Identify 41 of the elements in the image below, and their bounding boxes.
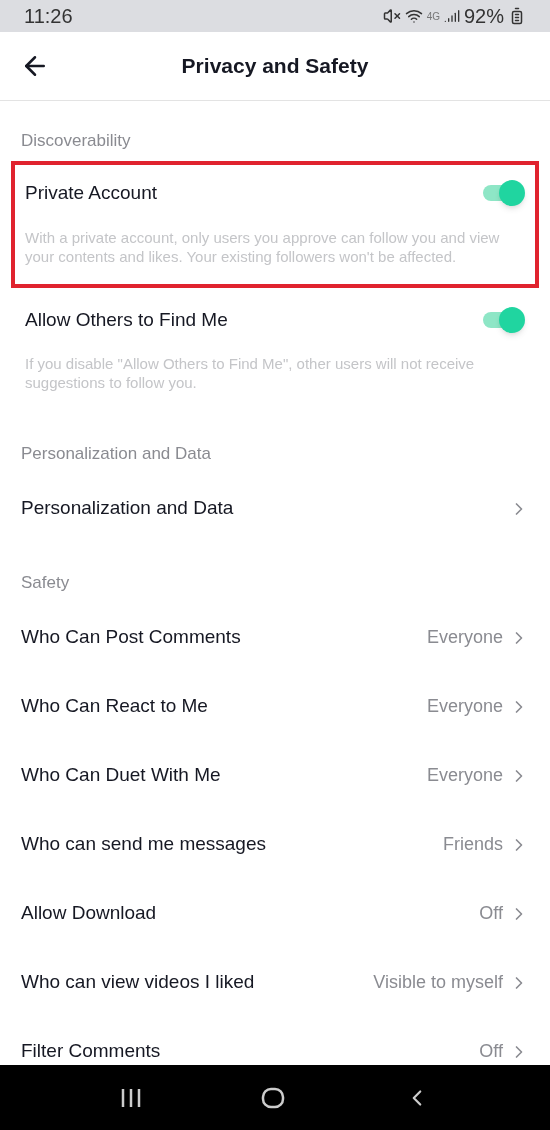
setting-label: Who Can Post Comments bbox=[21, 625, 241, 650]
setting-value: Everyone bbox=[426, 695, 503, 718]
battery-percent: 92% bbox=[463, 4, 504, 29]
network-label: 4G bbox=[426, 9, 440, 24]
setting-description: If you disable "Allow Others to Find Me", other users will not receive suggestions to follow you. bbox=[25, 354, 476, 392]
setting-label: Who can view videos I liked bbox=[21, 970, 255, 995]
setting-value: Visible to myself bbox=[373, 971, 503, 994]
signal-icon bbox=[443, 8, 460, 24]
home-icon[interactable] bbox=[261, 1086, 285, 1109]
setting-value: Everyone bbox=[426, 626, 503, 649]
settings-row[interactable]: Who can view videos I liked Visible to myself bbox=[0, 948, 550, 1017]
setting-description: With a private account, only users you approve can follow you and view your contents and likes. Your existing followers won't be affected. bbox=[25, 227, 501, 266]
setting-label: Allow Download bbox=[21, 901, 157, 926]
setting-label: Who can send me messages bbox=[21, 832, 266, 857]
setting-label: Who Can React to Me bbox=[21, 694, 208, 719]
mute-icon bbox=[382, 7, 401, 25]
section-heading: Discoverability bbox=[21, 130, 131, 153]
setting-label: Allow Others to Find Me bbox=[25, 307, 228, 332]
settings-row[interactable]: Personalization and Data bbox=[0, 474, 550, 543]
setting-value: Off bbox=[479, 902, 503, 925]
setting-label: Filter Comments bbox=[21, 1039, 161, 1064]
page-title: Privacy and Safety bbox=[181, 53, 369, 80]
toggle-switch[interactable] bbox=[483, 180, 525, 207]
recents-icon[interactable] bbox=[119, 1087, 142, 1108]
setting-value: Friends bbox=[442, 833, 503, 856]
setting-label: Personalization and Data bbox=[21, 496, 234, 521]
section-heading: Safety bbox=[21, 572, 70, 595]
wifi-icon bbox=[404, 7, 423, 25]
setting-label: Private Account bbox=[25, 181, 158, 205]
setting-label: Who Can Duet With Me bbox=[21, 763, 221, 788]
settings-row[interactable]: Who Can React to Me Everyone bbox=[0, 672, 550, 741]
settings-row[interactable]: Filter Comments Off bbox=[0, 1017, 550, 1065]
settings-row[interactable]: Who can send me messages Friends bbox=[0, 810, 550, 879]
toggle-switch[interactable] bbox=[483, 306, 525, 333]
setting-value: Everyone bbox=[426, 764, 503, 787]
settings-row[interactable]: Who Can Duet With Me Everyone bbox=[0, 741, 550, 810]
setting-value: Off bbox=[479, 1040, 503, 1063]
clock: 11:26 bbox=[24, 4, 73, 29]
section-heading: Personalization and Data bbox=[21, 443, 211, 466]
settings-row[interactable]: Who Can Post Comments Everyone bbox=[0, 603, 550, 672]
settings-row[interactable]: Allow Download Off bbox=[0, 879, 550, 948]
